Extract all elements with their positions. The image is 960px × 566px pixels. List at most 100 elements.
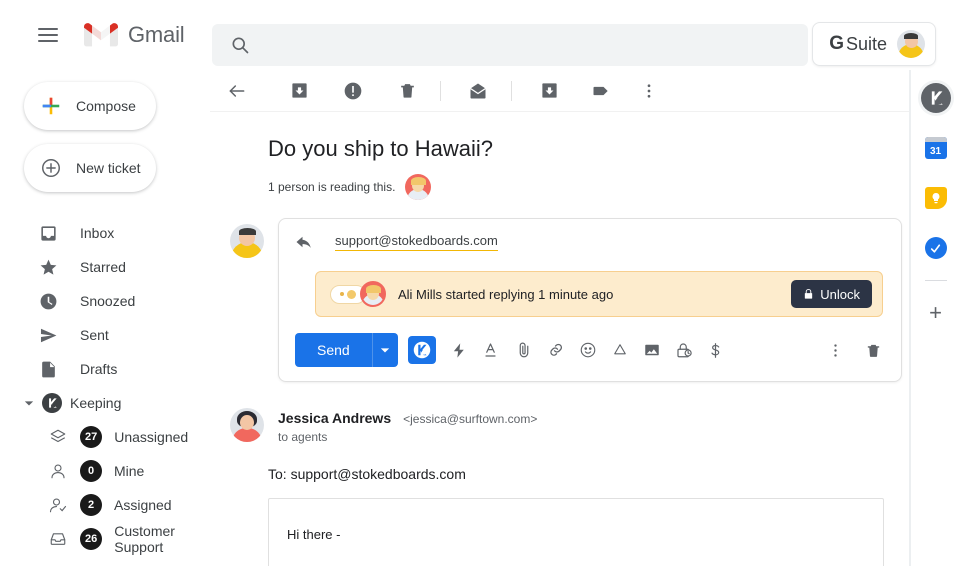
- new-ticket-label: New ticket: [76, 160, 141, 176]
- insert-drive-button[interactable]: [606, 335, 634, 365]
- toggle-dot-large: [347, 289, 356, 299]
- sidebar-label: Customer Support: [114, 523, 175, 555]
- report-spam-button[interactable]: [334, 72, 372, 110]
- rail-add-button[interactable]: +: [918, 295, 954, 331]
- inbox-tray-icon: [48, 529, 68, 549]
- reply-arrow-icon[interactable]: [295, 233, 313, 251]
- rail-tasks[interactable]: [918, 230, 954, 266]
- sidebar-label: Keeping: [70, 395, 122, 411]
- rail-keeping[interactable]: [917, 80, 954, 116]
- labels-button[interactable]: [582, 72, 620, 110]
- avatar-hair: [365, 285, 381, 293]
- compose-more-options-button[interactable]: [821, 335, 849, 365]
- search-input[interactable]: [266, 37, 766, 53]
- gmail-app-window: Gmail G Suite Compose New ticket Inbox S…: [0, 0, 960, 566]
- sender-email: <jessica@surftown.com>: [403, 412, 538, 426]
- left-sidebar: Compose New ticket Inbox Starred Snoozed…: [0, 70, 210, 566]
- gsuite-account-button[interactable]: G Suite: [812, 22, 936, 66]
- reader-avatar[interactable]: [405, 174, 432, 200]
- keeping-logo-icon: [42, 393, 62, 413]
- send-options-button[interactable]: [371, 333, 398, 367]
- paperclip-icon: [519, 342, 529, 358]
- insert-money-button[interactable]: [702, 335, 730, 365]
- keeping-compose-button[interactable]: [407, 336, 436, 364]
- move-to-inbox-icon: [541, 83, 557, 98]
- reply-compose-row: support@stokedboards.com Ali Mills start…: [220, 218, 910, 382]
- formatting-button[interactable]: [478, 335, 506, 365]
- calendar-day-number: 31: [929, 146, 942, 157]
- avatar-body: [232, 428, 262, 442]
- sidebar-item-inbox[interactable]: Inbox: [0, 216, 210, 250]
- gsuite-g-letter: G: [829, 33, 844, 54]
- sidebar-label: Inbox: [80, 225, 115, 241]
- trash-icon: [400, 84, 414, 98]
- search-icon: [232, 37, 249, 54]
- gsuite-label: G Suite: [829, 33, 887, 55]
- sidebar-label: Drafts: [80, 361, 118, 377]
- compose-right-actions: [817, 335, 887, 365]
- jessica-avatar: [230, 408, 264, 442]
- insert-photo-button[interactable]: [638, 335, 666, 365]
- sidebar-item-starred[interactable]: Starred: [0, 250, 210, 284]
- new-ticket-button[interactable]: New ticket: [24, 144, 156, 192]
- account-avatar[interactable]: [897, 30, 925, 58]
- lock-clock-icon: [677, 343, 692, 358]
- sidebar-label: Assigned: [114, 497, 172, 513]
- draft-file-icon: [38, 359, 58, 379]
- more-vertical-icon: [833, 343, 837, 357]
- more-options-button[interactable]: [630, 72, 668, 110]
- rail-calendar[interactable]: 31: [918, 130, 954, 166]
- move-to-button[interactable]: [530, 72, 568, 110]
- attach-file-button[interactable]: [510, 335, 538, 365]
- insert-emoji-button[interactable]: [574, 335, 602, 365]
- hamburger-menu-icon[interactable]: [28, 15, 68, 55]
- mark-unread-button[interactable]: [459, 72, 497, 110]
- insert-link-button[interactable]: [542, 335, 570, 365]
- arrow-left-icon: [229, 84, 245, 97]
- message-body: Hi there - I saw your brand on Instagram…: [268, 498, 884, 566]
- search-bar[interactable]: [212, 24, 808, 66]
- unlock-button[interactable]: Unlock: [791, 280, 872, 308]
- sidebar-item-customer-support[interactable]: 26 Customer Support: [0, 522, 210, 556]
- clock-icon: [38, 291, 58, 311]
- rail-keep[interactable]: [918, 180, 954, 216]
- discard-draft-button[interactable]: [859, 335, 887, 365]
- compose-button[interactable]: Compose: [24, 82, 156, 130]
- delete-button[interactable]: [388, 72, 426, 110]
- confidential-mode-button[interactable]: [670, 335, 698, 365]
- canned-response-button[interactable]: [446, 335, 474, 365]
- sidebar-item-sent[interactable]: Sent: [0, 318, 210, 352]
- gsuite-suite-text: Suite: [845, 33, 887, 54]
- emoji-smile-icon: [580, 342, 596, 358]
- plus-colored-icon: [42, 97, 60, 115]
- sender-name: Jessica Andrews: [278, 410, 392, 426]
- archive-button[interactable]: [280, 72, 318, 110]
- caret-down-icon[interactable]: [24, 398, 34, 408]
- trash-icon: [867, 344, 879, 357]
- gmail-brand[interactable]: Gmail: [84, 22, 185, 48]
- sidebar-item-drafts[interactable]: Drafts: [0, 352, 210, 386]
- back-button[interactable]: [218, 72, 256, 110]
- avatar-head: [240, 415, 254, 430]
- recipient-line[interactable]: to agents: [278, 430, 537, 444]
- sidebar-item-keeping[interactable]: Keeping: [0, 386, 210, 420]
- sidebar-item-assigned[interactable]: 2 Assigned: [0, 488, 210, 522]
- format-text-icon: [485, 343, 496, 357]
- sidebar-item-mine[interactable]: 0 Mine: [0, 454, 210, 488]
- google-keep-icon: [924, 187, 947, 209]
- caret-down-icon: [381, 348, 390, 353]
- compose-to-address[interactable]: support@stokedboards.com: [335, 233, 498, 251]
- archive-icon: [291, 83, 307, 98]
- sidebar-item-snoozed[interactable]: Snoozed: [0, 284, 210, 318]
- send-button[interactable]: Send: [295, 333, 372, 367]
- collision-lock-banner: Ali Mills started replying 1 minute ago …: [315, 271, 883, 317]
- brand-name: Gmail: [128, 22, 185, 47]
- compose-label: Compose: [76, 98, 136, 114]
- nav-list: Inbox Starred Snoozed Sent Drafts Keepin…: [0, 216, 210, 556]
- plus-icon: +: [929, 300, 942, 325]
- person-check-icon: [48, 495, 68, 515]
- badge-count: 2: [80, 494, 102, 516]
- sidebar-item-unassigned[interactable]: 27 Unassigned: [0, 420, 210, 454]
- badge-count: 27: [80, 426, 103, 448]
- main-content: Do you ship to Hawaii? 1 person is readi…: [210, 70, 910, 566]
